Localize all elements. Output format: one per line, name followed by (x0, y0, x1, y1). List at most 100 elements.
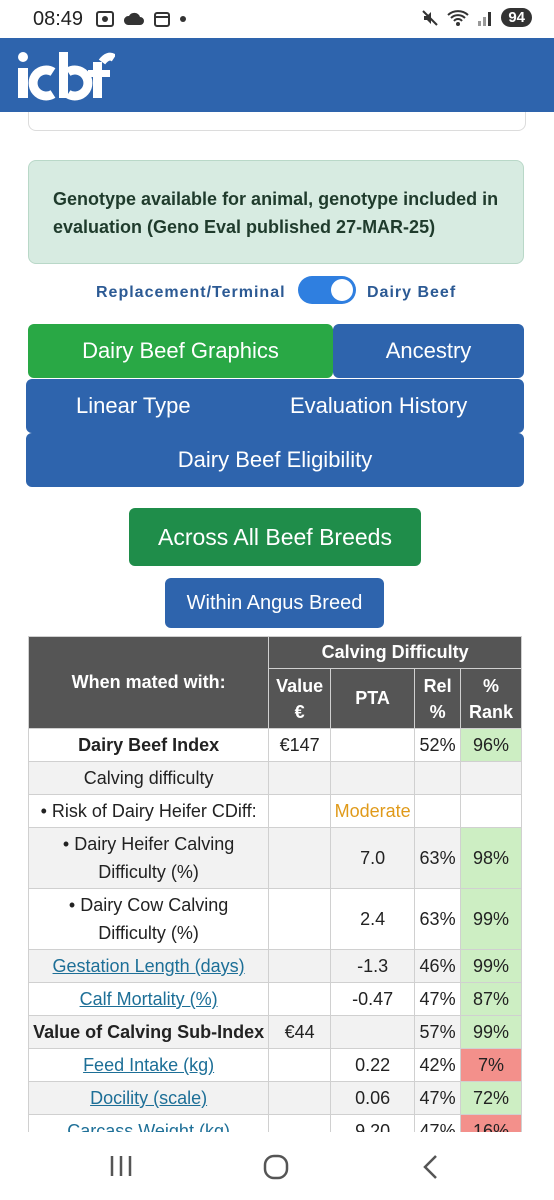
value-cell (268, 794, 332, 828)
row-label: • Risk of Dairy Heifer CDiff: (27, 794, 270, 828)
toggle-right-label: Dairy Beef (367, 284, 457, 301)
calf-mortality-link[interactable]: Calf Mortality (%) (80, 989, 218, 1009)
rel-cell (414, 761, 462, 795)
rank-cell: 7% (460, 1048, 522, 1082)
value-cell (268, 827, 332, 889)
table-row: Dairy Beef Index €147 52% 96% (27, 728, 522, 762)
value-cell (268, 949, 332, 983)
pta-cell: -0.47 (330, 982, 416, 1016)
pta-cell: 0.22 (330, 1048, 416, 1082)
screenshot-icon (96, 11, 114, 27)
value-cell: €44 (268, 1015, 332, 1049)
rel-cell: 63% (414, 888, 462, 950)
signal-icon (478, 11, 492, 26)
carcass-weight-link[interactable]: Carcass Weight (kg) (67, 1121, 230, 1132)
rel-cell: 42% (414, 1048, 462, 1082)
value-cell (268, 761, 332, 795)
row-label: • Dairy Heifer Calving Difficulty (%) (27, 827, 270, 889)
table-row: Carcass Weight (kg) 9.20 47% 16% (27, 1114, 522, 1132)
status-icons-left (95, 10, 187, 28)
index-toggle-switch[interactable] (298, 276, 356, 304)
when-mated-with-header: When mated with: (27, 636, 270, 729)
rank-cell: 96% (460, 728, 522, 762)
pta-cell (330, 761, 416, 795)
tab-linear-type[interactable]: Linear Type (76, 393, 191, 419)
tab-row-2: Linear Type Evaluation History (26, 379, 524, 433)
wifi-icon (447, 9, 469, 26)
dot-icon (180, 16, 186, 22)
row-label: Calving difficulty (27, 761, 270, 795)
status-bar: 08:49 94 (0, 0, 554, 38)
value-cell (268, 1114, 332, 1132)
row-label: Value of Calving Sub-Index (27, 1015, 270, 1049)
value-cell (268, 888, 332, 950)
rel-cell: 47% (414, 1081, 462, 1115)
pta-cell (330, 728, 416, 762)
back-icon[interactable] (420, 1154, 440, 1180)
value-cell (268, 982, 332, 1016)
toggle-left-label: Replacement/Terminal (96, 284, 286, 301)
rank-cell: 99% (460, 949, 522, 983)
table-row: Docility (scale) 0.06 47% 72% (27, 1081, 522, 1115)
gestation-length-link[interactable]: Gestation Length (days) (53, 956, 245, 976)
genotype-notice: Genotype available for animal, genotype … (28, 160, 524, 264)
pta-column-header: PTA (330, 668, 416, 729)
rank-cell: 99% (460, 1015, 522, 1049)
across-all-beef-breeds-button[interactable]: Across All Beef Breeds (129, 508, 421, 566)
tab-ancestry[interactable]: Ancestry (333, 324, 524, 378)
tab-evaluation-history[interactable]: Evaluation History (290, 393, 467, 419)
pta-cell: 9.20 (330, 1114, 416, 1132)
rank-cell (460, 761, 522, 795)
pta-cell: 7.0 (330, 827, 416, 889)
row-label: • Dairy Cow Calving Difficulty (%) (27, 888, 270, 950)
value-column-header: Value € (268, 668, 332, 729)
table-row: • Risk of Dairy Heifer CDiff: Moderate (27, 794, 522, 828)
rank-cell: 99% (460, 888, 522, 950)
rel-cell: 47% (414, 1114, 462, 1132)
row-label: Dairy Beef Index (27, 728, 270, 762)
recent-apps-icon[interactable] (108, 1154, 134, 1178)
calving-difficulty-header: Calving Difficulty (268, 636, 522, 669)
toggle-knob (331, 279, 353, 301)
value-cell (268, 1081, 332, 1115)
table-row: Feed Intake (kg) 0.22 42% 7% (27, 1048, 522, 1082)
table-row: Calving difficulty (27, 761, 522, 795)
table-row: Value of Calving Sub-Index €44 57% 99% (27, 1015, 522, 1049)
rel-cell: 63% (414, 827, 462, 889)
rel-cell (414, 794, 462, 828)
rel-cell: 46% (414, 949, 462, 983)
rank-cell: 87% (460, 982, 522, 1016)
rel-cell: 57% (414, 1015, 462, 1049)
rank-column-header: % Rank (460, 668, 522, 729)
cloud-icon (123, 12, 144, 25)
tab-dairy-beef-eligibility[interactable]: Dairy Beef Eligibility (26, 433, 524, 487)
rank-cell: 16% (460, 1114, 522, 1132)
home-icon[interactable] (263, 1154, 289, 1180)
calving-difficulty-table: When mated with: Calving Difficulty Valu… (27, 636, 522, 1132)
icbf-logo[interactable] (15, 48, 115, 104)
pta-cell (330, 1015, 416, 1049)
table-row: • Dairy Heifer Calving Difficulty (%) 7.0… (27, 827, 522, 889)
within-angus-breed-button[interactable]: Within Angus Breed (165, 578, 384, 628)
rel-cell: 47% (414, 982, 462, 1016)
pta-cell: 0.06 (330, 1081, 416, 1115)
feed-intake-link[interactable]: Feed Intake (kg) (83, 1055, 214, 1075)
tab-dairy-beef-graphics[interactable]: Dairy Beef Graphics (28, 324, 333, 378)
value-cell: €147 (268, 728, 332, 762)
pta-cell: -1.3 (330, 949, 416, 983)
rel-cell: 52% (414, 728, 462, 762)
calendar-icon (154, 12, 170, 27)
table-row: • Dairy Cow Calving Difficulty (%) 2.4 63… (27, 888, 522, 950)
rank-cell (460, 794, 522, 828)
pta-cell: 2.4 (330, 888, 416, 950)
index-toggle-row: Replacement/Terminal Dairy Beef (0, 276, 554, 310)
status-time: 08:49 (33, 8, 84, 30)
app-header (0, 38, 554, 112)
rank-cell: 98% (460, 827, 522, 889)
docility-link[interactable]: Docility (scale) (90, 1088, 207, 1108)
value-cell (268, 1048, 332, 1082)
mute-icon (422, 9, 439, 26)
rel-column-header: Rel% (414, 668, 462, 729)
status-icons-right: 94 (421, 8, 532, 27)
content-scroll-area[interactable]: Genotype available for animal, genotype … (0, 112, 554, 1132)
